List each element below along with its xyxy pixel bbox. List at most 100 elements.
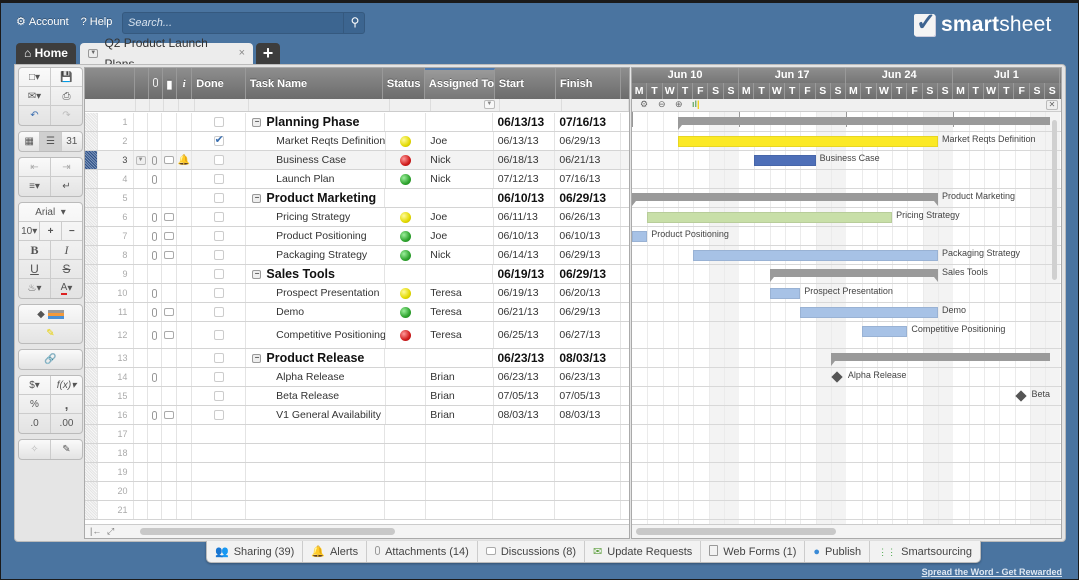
assigned-cell[interactable]: Brian bbox=[426, 368, 494, 386]
gantt-task-bar[interactable] bbox=[861, 326, 908, 337]
table-row[interactable]: 18 bbox=[85, 444, 629, 463]
gantt-summary-bar[interactable] bbox=[632, 193, 938, 206]
done-checkbox[interactable] bbox=[213, 391, 224, 401]
gantt-summary-bar[interactable] bbox=[830, 353, 1050, 366]
assigned-cell[interactable]: Nick bbox=[426, 246, 494, 264]
status-cell[interactable] bbox=[385, 482, 426, 500]
done-checkbox[interactable] bbox=[213, 307, 224, 317]
finish-cell[interactable]: 06/29/13 bbox=[555, 303, 621, 321]
done-checkbox[interactable] bbox=[213, 231, 224, 241]
alert-bell-icon[interactable]: 🔔 bbox=[178, 155, 190, 166]
status-cell[interactable] bbox=[385, 425, 426, 443]
row-handle[interactable] bbox=[85, 406, 98, 424]
attachment-icon[interactable] bbox=[152, 372, 158, 382]
row-handle[interactable] bbox=[85, 189, 98, 207]
font-size-select[interactable]: 10 ▾ bbox=[19, 222, 41, 240]
close-gantt-icon[interactable]: ✕ bbox=[1046, 100, 1058, 110]
status-cell[interactable] bbox=[386, 284, 427, 302]
table-row[interactable]: 2 Market Reqts Definition Joe06/13/1306/29… bbox=[85, 132, 629, 151]
finish-cell[interactable]: 06/26/13 bbox=[555, 208, 621, 226]
close-tab-icon[interactable]: × bbox=[239, 43, 245, 64]
attachment-icon[interactable] bbox=[152, 212, 158, 222]
status-cell[interactable] bbox=[385, 265, 426, 283]
row-handle[interactable] bbox=[85, 349, 98, 367]
task-cell[interactable] bbox=[246, 425, 386, 443]
assigned-cell[interactable]: Brian bbox=[426, 406, 494, 424]
zoom-out-icon[interactable]: ⊖ bbox=[658, 99, 666, 110]
start-cell[interactable]: 06/13/13 bbox=[494, 132, 556, 150]
task-cell[interactable] bbox=[246, 463, 386, 481]
attachment-cell[interactable] bbox=[148, 406, 163, 424]
zoom-in-icon[interactable]: ⊕ bbox=[675, 99, 683, 110]
bottom-tab-smartsourcing[interactable]: ⋮⋮ Smartsourcing bbox=[870, 541, 980, 562]
indent-icon[interactable]: ⇥ bbox=[51, 158, 82, 176]
row-handle[interactable] bbox=[85, 303, 98, 321]
done-checkbox[interactable] bbox=[213, 330, 224, 340]
comment-icon[interactable] bbox=[163, 251, 174, 259]
add-tab-button[interactable]: + bbox=[256, 43, 280, 64]
table-row[interactable]: 20 bbox=[85, 482, 629, 501]
start-cell[interactable]: 06/11/13 bbox=[494, 208, 556, 226]
gantt-summary-bar[interactable] bbox=[769, 269, 939, 282]
task-cell[interactable]: − Planning Phase bbox=[246, 113, 386, 131]
gantt-task-bar[interactable] bbox=[800, 307, 938, 318]
tab-home[interactable]: ⌂ Home bbox=[16, 43, 76, 64]
gantt-settings-icon[interactable]: ⚙ bbox=[640, 99, 648, 110]
assigned-cell[interactable]: Teresa bbox=[426, 303, 494, 321]
gantt-milestone[interactable] bbox=[1014, 390, 1027, 402]
row-handle[interactable] bbox=[85, 387, 98, 405]
table-row[interactable]: 1 − Planning Phase 06/13/13 07/16/13 bbox=[85, 113, 629, 132]
row-handle[interactable] bbox=[85, 151, 98, 169]
task-cell[interactable]: − Sales Tools bbox=[246, 265, 386, 283]
task-cell[interactable]: Beta Release bbox=[246, 387, 386, 405]
comment-cell[interactable] bbox=[162, 208, 177, 226]
status-cell[interactable] bbox=[385, 444, 426, 462]
save-icon[interactable]: 💾 bbox=[51, 68, 82, 86]
finish-cell[interactable]: 07/05/13 bbox=[555, 387, 621, 405]
done-cell[interactable] bbox=[192, 444, 247, 462]
table-row[interactable]: 9 − Sales Tools 06/19/13 06/29/13 bbox=[85, 265, 629, 284]
assigned-cell[interactable]: Teresa bbox=[426, 322, 494, 348]
task-cell[interactable]: Packaging Strategy bbox=[246, 246, 386, 264]
comment-cell[interactable] bbox=[162, 246, 177, 264]
finish-cell[interactable]: 06/29/13 bbox=[555, 132, 621, 150]
table-row[interactable]: 13 − Product Release 06/23/13 08/03/13 bbox=[85, 349, 629, 368]
decrease-decimal-button[interactable]: .00 bbox=[51, 414, 82, 433]
done-checkbox[interactable] bbox=[213, 212, 224, 222]
attachment-cell[interactable] bbox=[148, 151, 163, 169]
finish-cell[interactable] bbox=[555, 463, 621, 481]
comment-icon[interactable] bbox=[163, 156, 174, 164]
new-row-icon[interactable]: □▾ bbox=[19, 68, 51, 86]
calendar-view-icon[interactable]: 31 bbox=[62, 132, 82, 151]
assigned-cell[interactable]: Joe bbox=[426, 132, 494, 150]
highlight-changes-icon[interactable]: ✎ bbox=[19, 324, 82, 343]
start-cell[interactable]: 08/03/13 bbox=[494, 406, 556, 424]
done-checkbox[interactable] bbox=[213, 269, 224, 279]
start-cell[interactable]: 06/10/13 bbox=[493, 189, 556, 207]
email-icon[interactable]: ✉▾ bbox=[19, 87, 51, 105]
format-painter-icon[interactable]: ✎ bbox=[51, 440, 82, 459]
bottom-tab-discussions[interactable]: Discussions (8) bbox=[478, 541, 586, 562]
bottom-tab-publish[interactable]: ● Publish bbox=[805, 541, 871, 562]
row-handle[interactable] bbox=[85, 170, 98, 188]
attachment-cell[interactable] bbox=[148, 208, 163, 226]
assigned-cell[interactable] bbox=[426, 113, 494, 131]
status-cell[interactable] bbox=[385, 501, 426, 519]
hyperlink-icon[interactable]: 🔗 bbox=[19, 350, 82, 369]
done-cell[interactable] bbox=[192, 170, 247, 188]
start-cell[interactable]: 06/19/13 bbox=[494, 284, 556, 302]
finish-cell[interactable]: 06/20/13 bbox=[555, 284, 621, 302]
finish-cell[interactable]: 06/27/13 bbox=[555, 322, 621, 348]
column-header-assigned[interactable]: Assigned To bbox=[424, 68, 495, 99]
column-header-done[interactable]: Done bbox=[192, 68, 246, 99]
attachment-icon[interactable] bbox=[152, 288, 158, 298]
wrap-text-icon[interactable]: ↵ bbox=[51, 177, 82, 196]
table-row[interactable]: 19 bbox=[85, 463, 629, 482]
assigned-cell[interactable]: Joe bbox=[426, 208, 494, 226]
gantt-view-icon[interactable]: ☰ bbox=[40, 132, 62, 151]
grid-horizontal-scrollbar[interactable] bbox=[140, 528, 395, 535]
done-cell[interactable] bbox=[192, 349, 247, 367]
table-row[interactable]: 5 − Product Marketing 06/10/13 06/29/13 bbox=[85, 189, 629, 208]
gantt-vertical-scrollbar[interactable] bbox=[1052, 120, 1057, 280]
attachment-cell[interactable] bbox=[148, 368, 163, 386]
